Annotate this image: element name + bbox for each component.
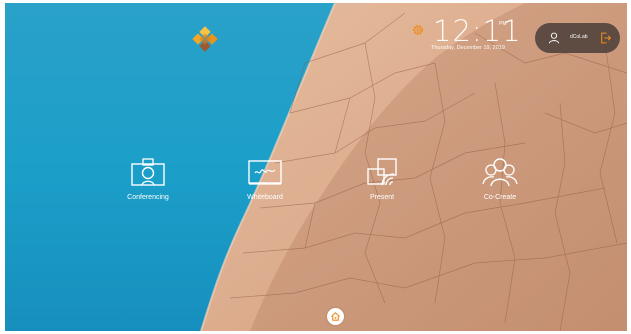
camera-icon: [131, 158, 165, 186]
app-label-conferencing: Conferencing: [127, 194, 169, 201]
clock-date: Thursday, December 19, 2019: [431, 45, 505, 51]
clock-ampm: PM: [499, 21, 507, 27]
brand-logo: [192, 26, 218, 52]
app-conferencing[interactable]: Conferencing: [118, 157, 178, 201]
app-whiteboard[interactable]: Whiteboard: [235, 157, 295, 201]
cast-screen-icon: [367, 158, 397, 186]
app-label-whiteboard: Whiteboard: [247, 194, 283, 201]
user-icon: [548, 32, 560, 44]
home-button[interactable]: [327, 308, 344, 325]
app-present[interactable]: Present: [352, 157, 412, 201]
whiteboard-icon: [248, 160, 282, 185]
user-account-pill[interactable]: dCoLab: [535, 23, 620, 53]
clock-time: 12:11: [433, 14, 522, 48]
home-icon: [331, 312, 340, 321]
settings-gear-icon[interactable]: [411, 23, 425, 37]
desktop-screen: 12:11 PM Thursday, December 19, 2019 dCo…: [5, 3, 627, 331]
logout-icon[interactable]: [599, 31, 612, 45]
app-label-present: Present: [369, 194, 395, 201]
people-group-icon: [482, 158, 518, 187]
wallpaper: [200, 3, 627, 331]
user-name: dCoLab: [570, 34, 588, 40]
app-cocreate[interactable]: Co-Create: [470, 157, 530, 201]
clock-widget: 12:11 PM Thursday, December 19, 2019: [411, 14, 531, 57]
app-label-cocreate: Co-Create: [483, 194, 517, 201]
